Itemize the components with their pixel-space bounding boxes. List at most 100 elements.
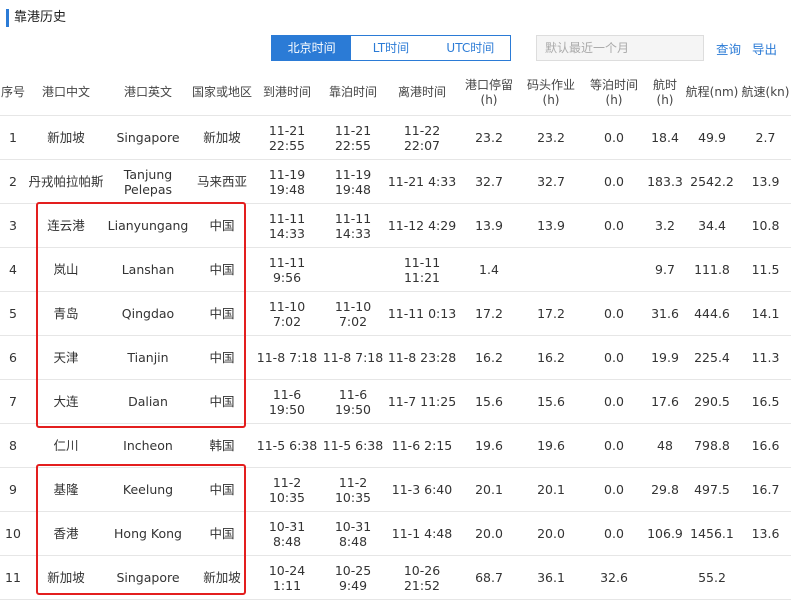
cell-sail-time: 48 [657, 438, 673, 453]
cell-terminal-work: 19.6 [537, 438, 565, 453]
cell-index: 6 [9, 350, 17, 365]
cell-port-stay: 1.4 [479, 262, 499, 277]
cell-port-cn: 新加坡 [47, 570, 85, 585]
table-row: 2 丹戎帕拉帕斯 Tanjung Pelepas 马来西亚 11-19 19:48 11-… [0, 160, 791, 204]
header-sail-time: 航时(h) [652, 77, 677, 107]
cell-speed: 2.7 [755, 130, 776, 145]
cell-terminal-work: 16.2 [537, 350, 565, 365]
cell-terminal-work: 23.2 [537, 130, 565, 145]
cell-berth-time [320, 248, 386, 291]
cell-index: 10 [5, 526, 21, 541]
export-button[interactable]: 导出 [752, 39, 777, 58]
cell-berth-wait: 0.0 [604, 482, 624, 497]
cell-port-cn: 新加坡 [47, 130, 85, 145]
cell-departure-time: 11-11 0:13 [387, 306, 457, 321]
cell-port-en: Singapore [116, 130, 180, 145]
cell-berth-time: 11-5 6:38 [322, 438, 384, 453]
cell-port-cn: 仁川 [53, 438, 79, 453]
cell-port-en: Tanjung Pelepas [123, 166, 173, 197]
cell-berth-wait: 32.6 [600, 570, 628, 585]
cell-distance: 225.4 [694, 350, 730, 365]
cell-berth-time: 11-8 7:18 [322, 350, 384, 365]
cell-departure-time: 10-26 21:52 [403, 562, 441, 593]
cell-speed: 16.6 [751, 438, 780, 453]
cell-terminal-work: 15.6 [537, 394, 565, 409]
header-arrival-time: 到港时间 [262, 85, 311, 99]
cell-distance: 49.9 [698, 130, 726, 145]
cell-port-cn: 丹戎帕拉帕斯 [28, 174, 104, 189]
table-body: 1 新加坡 Singapore 新加坡 11-21 22:55 11-21 22:55 11… [0, 116, 791, 600]
cell-sail-time: 106.9 [647, 526, 683, 541]
cell-speed: 13.6 [751, 526, 780, 541]
cell-port-stay: 68.7 [475, 570, 503, 585]
table-row: 8 仁川 Incheon 韩国 11-5 6:38 11-5 6:38 11-6 2:15 1… [0, 424, 791, 468]
cell-port-cn: 青岛 [53, 306, 79, 321]
cell-port-stay: 20.1 [475, 482, 503, 497]
cell-country: 马来西亚 [196, 174, 247, 189]
cell-berth-wait: 0.0 [604, 350, 624, 365]
cell-port-stay: 17.2 [475, 306, 503, 321]
cell-index: 7 [9, 394, 17, 409]
cell-port-cn: 大连 [53, 394, 79, 409]
cell-arrival-time: 11-5 6:38 [256, 438, 318, 453]
cell-port-stay: 20.0 [475, 526, 503, 541]
cell-berth-time: 11-19 19:48 [334, 166, 372, 197]
cell-arrival-time: 10-31 8:48 [268, 518, 306, 549]
cell-berth-wait: 0.0 [604, 306, 624, 321]
cell-port-en: Lanshan [121, 262, 175, 277]
cell-port-cn: 香港 [53, 526, 79, 541]
cell-index: 2 [9, 174, 17, 189]
cell-arrival-time: 11-11 9:56 [268, 254, 306, 285]
table-row: 7 大连 Dalian 中国 11-6 19:50 11-6 19:50 11-7 11:2… [0, 380, 791, 424]
cell-index: 11 [5, 570, 21, 585]
table-row: 3 连云港 Lianyungang 中国 11-11 14:33 11-11 14:33 1… [0, 204, 791, 248]
query-button[interactable]: 查询 [716, 39, 741, 58]
cell-arrival-time: 11-6 19:50 [268, 386, 306, 417]
cell-berth-wait: 0.0 [604, 394, 624, 409]
tab-lt-time[interactable]: LT时间 [351, 36, 430, 60]
header-port-en: 港口英文 [123, 85, 172, 99]
cell-terminal-work: 36.1 [537, 570, 565, 585]
cell-arrival-time: 11-10 7:02 [268, 298, 306, 329]
header-distance: 航程(nm) [685, 85, 739, 99]
tab-utc-time[interactable]: UTC时间 [431, 36, 510, 60]
cell-terminal-work: 20.1 [537, 482, 565, 497]
cell-country: 新加坡 [203, 570, 241, 585]
cell-port-stay: 13.9 [475, 218, 503, 233]
cell-speed: 13.9 [751, 174, 780, 189]
cell-distance: 34.4 [698, 218, 726, 233]
cell-distance: 290.5 [694, 394, 730, 409]
header-berth-time: 靠泊时间 [328, 85, 377, 99]
cell-berth-wait [582, 248, 646, 291]
cell-port-en: Tianjin [127, 350, 169, 365]
cell-speed: 11.5 [751, 262, 780, 277]
cell-index: 1 [9, 130, 17, 145]
port-history-table: 序号 港口中文 港口英文 国家或地区 到港时间 靠泊时间 离港时间 港口停留(h) 码头作业(h… [0, 70, 791, 600]
cell-arrival-time: 11-8 7:18 [256, 350, 318, 365]
tab-beijing-time[interactable]: 北京时间 [272, 36, 352, 60]
cell-departure-time: 11-1 4:48 [391, 526, 453, 541]
cell-distance: 798.8 [694, 438, 730, 453]
date-range-input[interactable] [536, 35, 704, 61]
cell-departure-time: 11-6 2:15 [391, 438, 453, 453]
cell-port-stay: 16.2 [475, 350, 503, 365]
header-terminal-work: 码头作业(h) [526, 77, 575, 107]
cell-arrival-time: 11-21 22:55 [268, 122, 306, 153]
cell-berth-time: 11-21 22:55 [334, 122, 372, 153]
cell-berth-time: 10-31 8:48 [334, 518, 372, 549]
cell-distance: 111.8 [694, 262, 730, 277]
cell-berth-time: 11-11 14:33 [334, 210, 372, 241]
header-speed: 航速(kn) [741, 85, 790, 99]
cell-port-cn: 岚山 [53, 262, 79, 277]
cell-country: 新加坡 [203, 130, 241, 145]
cell-terminal-work: 13.9 [537, 218, 565, 233]
table-row: 10 香港 Hong Kong 中国 10-31 8:48 10-31 8:48 11-1 … [0, 512, 791, 556]
cell-terminal-work: 20.0 [537, 526, 565, 541]
cell-arrival-time: 11-2 10:35 [268, 474, 306, 505]
cell-terminal-work: 17.2 [537, 306, 565, 321]
cell-speed: 14.1 [751, 306, 780, 321]
cell-departure-time: 11-8 23:28 [387, 350, 457, 365]
cell-index: 8 [9, 438, 17, 453]
cell-departure-time: 11-3 6:40 [391, 482, 453, 497]
header-berth-wait: 等泊时间(h) [589, 77, 638, 107]
